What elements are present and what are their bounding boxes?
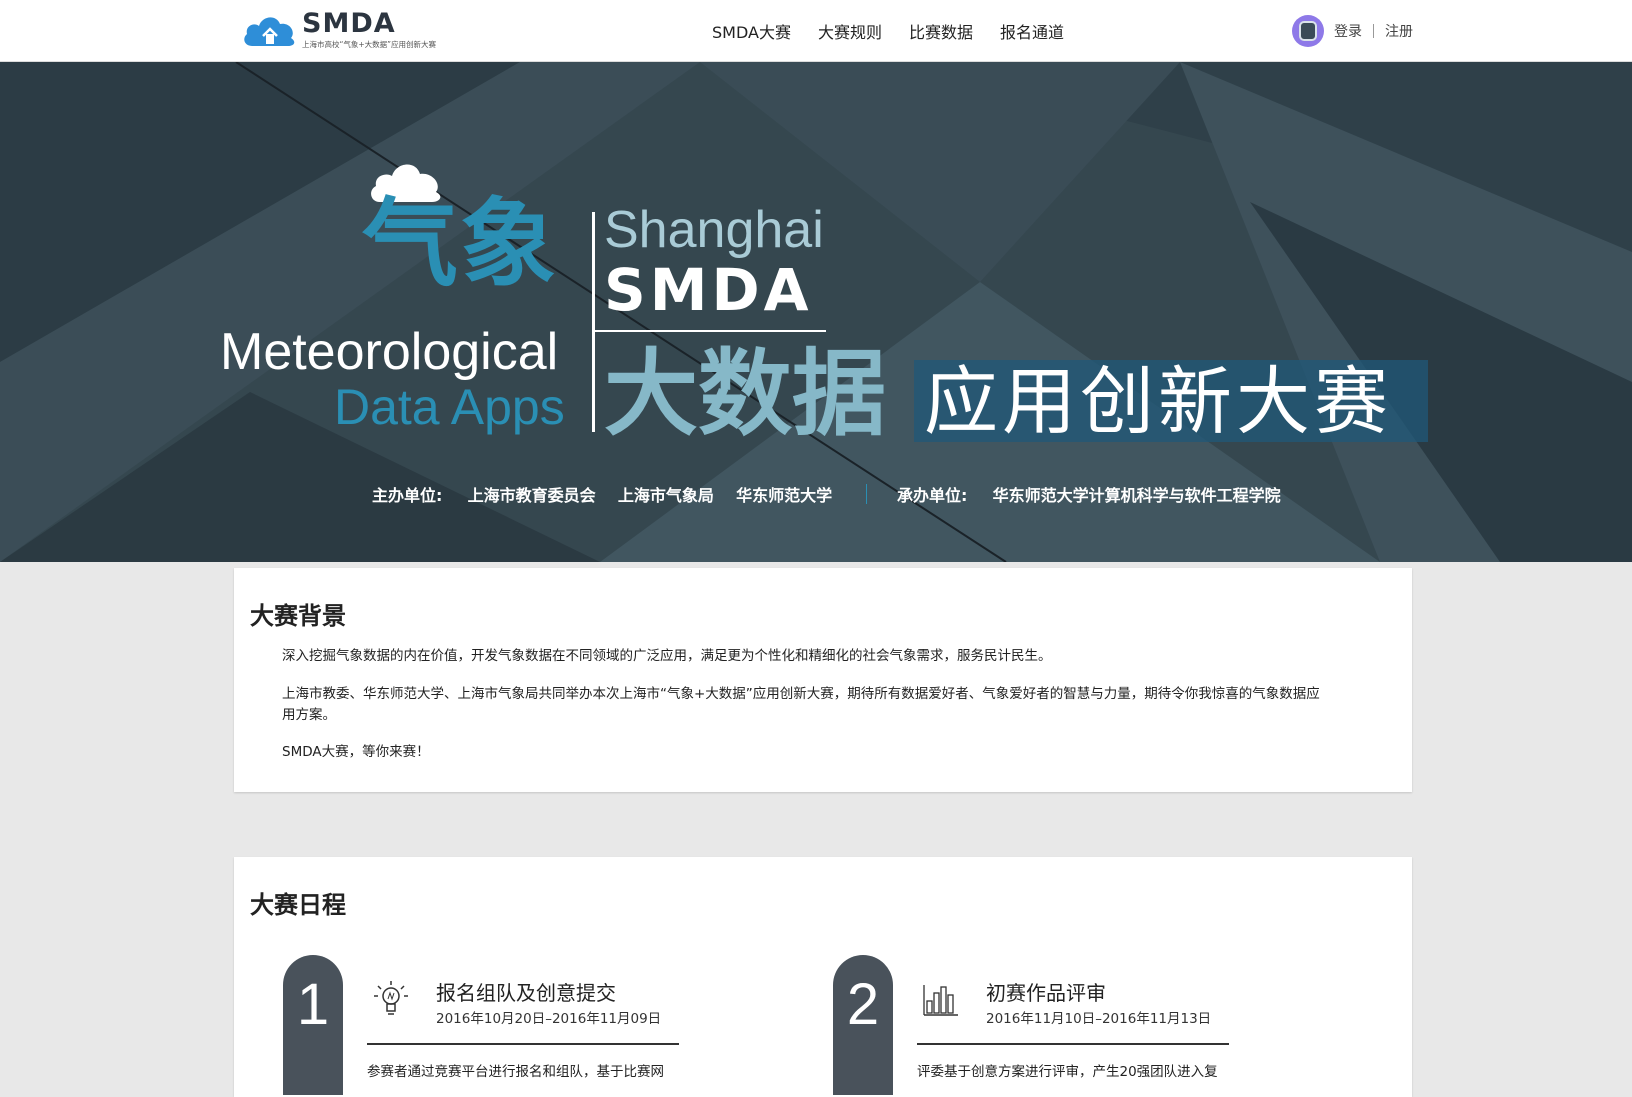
sponsors-row: 主办单位: 上海市教育委员会 上海市气象局 华东师范大学 承办单位: 华东师范大… — [0, 482, 1632, 512]
avatar[interactable] — [1292, 15, 1324, 47]
hero-title-qixiang: 气象 — [362, 188, 558, 300]
host-names: 上海市教育委员会 上海市气象局 华东师范大学 — [467, 486, 833, 505]
user-icon — [1299, 21, 1317, 41]
login-link[interactable]: 登录 — [1334, 21, 1362, 41]
user-area: 登录 注册 — [1292, 14, 1413, 48]
organizer-label: 承办单位: — [897, 486, 968, 505]
background-paragraph-2: 上海市教委、华东师范大学、上海市气象局共同举办本次上海市“气象+大数据”应用创新… — [282, 686, 1320, 702]
organizer-unit: 承办单位: 华东师范大学计算机科学与软件工程学院 — [897, 482, 1281, 506]
step-date: 2016年10月20日–2016年11月09日 — [436, 1011, 662, 1027]
hero-vertical-line — [592, 212, 595, 432]
host-label: 主办单位: — [372, 486, 443, 505]
step-description: 参赛者通过竞赛平台进行报名和组队，基于比赛网 — [367, 1064, 664, 1080]
hero-title-meteorological: Meteorological — [220, 323, 559, 381]
top-navigation-bar: SMDA 上海市高校“气象+大数据”应用创新大赛 SMDA大赛 大赛规则 比赛数… — [0, 0, 1632, 62]
step-title: 报名组队及创意提交 — [436, 981, 616, 1005]
auth-divider — [1373, 24, 1374, 38]
background-title: 大赛背景 — [250, 602, 346, 630]
hero-banner: 气象 Shanghai SMDA Meteorological Data App… — [0, 62, 1632, 562]
step-title: 初赛作品评审 — [986, 981, 1106, 1005]
background-paragraph-1: 深入挖掘气象数据的内在价值，开发气象数据在不同领域的广泛应用，满足更为个性化和精… — [282, 648, 1052, 664]
hero-title-smda: SMDA — [604, 256, 813, 324]
step-date: 2016年11月10日–2016年11月13日 — [986, 1011, 1212, 1027]
hero-title-app-competition: 应用创新大赛 — [924, 359, 1392, 445]
schedule-title: 大赛日程 — [250, 891, 346, 919]
step-divider — [917, 1043, 1229, 1045]
lightbulb-icon — [374, 981, 408, 1015]
nav-item-rules[interactable]: 大赛规则 — [818, 19, 882, 43]
nav-item-register-channel[interactable]: 报名通道 — [1000, 19, 1064, 43]
host-units: 主办单位: 上海市教育委员会 上海市气象局 华东师范大学 — [372, 482, 832, 506]
step-description: 评委基于创意方案进行评审，产生20强团队进入复 — [917, 1064, 1218, 1080]
bar-chart-icon — [923, 985, 958, 1016]
background-card: 大赛背景 深入挖掘气象数据的内在价值，开发气象数据在不同领域的广泛应用，满足更为… — [234, 568, 1412, 792]
logo-text: SMDA — [302, 8, 396, 39]
step-divider — [367, 1043, 679, 1045]
step-number: 1 — [283, 955, 343, 1095]
background-paragraph-3: SMDA大赛，等你来赛！ — [282, 744, 430, 760]
step-number: 2 — [833, 955, 893, 1095]
logo-subtitle: 上海市高校“气象+大数据”应用创新大赛 — [302, 40, 437, 49]
hero-title-shanghai: Shanghai — [604, 201, 824, 259]
smda-logo[interactable]: SMDA 上海市高校“气象+大数据”应用创新大赛 — [242, 8, 452, 50]
main-nav: SMDA大赛 大赛规则 比赛数据 报名通道 — [712, 0, 1064, 62]
hero-title-big-data: 大数据 — [604, 340, 887, 449]
hero-horizontal-line — [594, 330, 826, 332]
nav-item-smda[interactable]: SMDA大赛 — [712, 19, 791, 43]
register-link[interactable]: 注册 — [1385, 21, 1413, 41]
cloud-logo-icon — [244, 17, 295, 46]
hero-title-data-apps: Data Apps — [334, 379, 565, 435]
background-paragraph-2-cont: 用方案。 — [282, 707, 336, 723]
organizer-name: 华东师范大学计算机科学与软件工程学院 — [992, 486, 1281, 505]
sponsor-divider — [866, 484, 867, 504]
nav-item-data[interactable]: 比赛数据 — [909, 19, 973, 43]
